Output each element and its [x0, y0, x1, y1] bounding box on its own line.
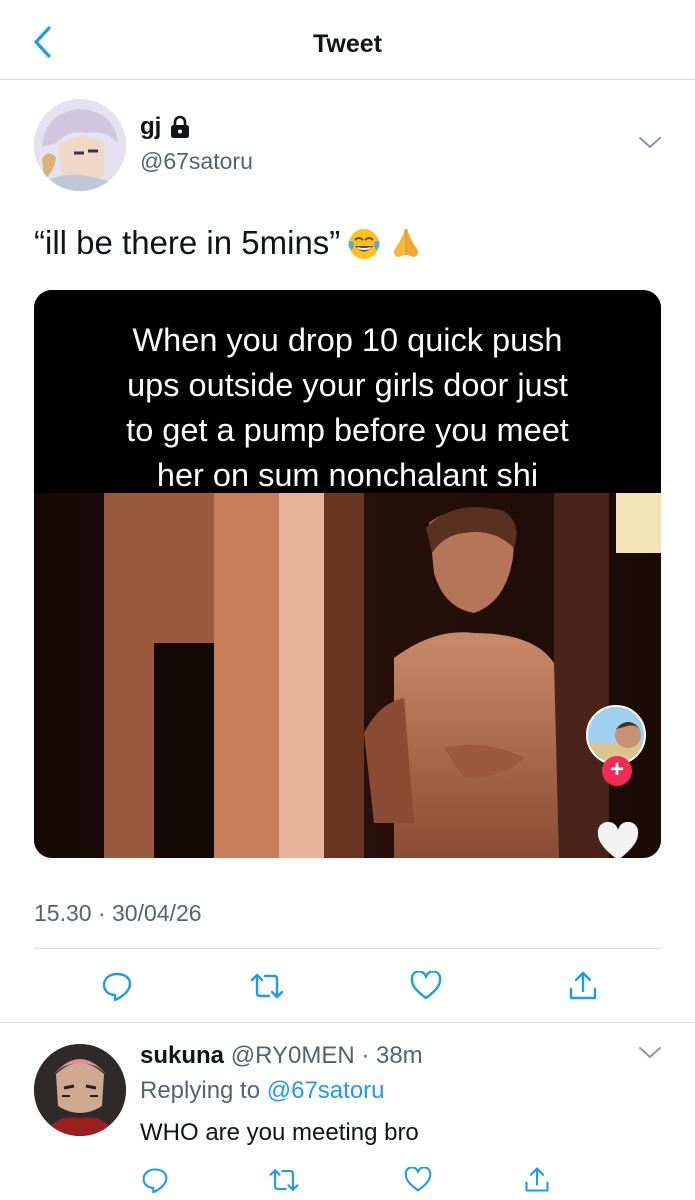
page-title: Tweet — [313, 30, 382, 58]
meme-photo — [34, 493, 661, 858]
tweet-media[interactable]: When you drop 10 quick push ups outside … — [34, 290, 661, 858]
tweet-body: “ill be there in 5mins” — [34, 224, 341, 261]
share-icon — [525, 1167, 549, 1192]
meme-caption: When you drop 10 quick push ups outside … — [34, 290, 661, 493]
like-icon — [410, 971, 442, 1000]
retweet-icon — [269, 1169, 299, 1191]
replying-prefix: Replying to — [140, 1077, 267, 1104]
share-button[interactable] — [561, 966, 605, 1006]
divider — [34, 948, 661, 949]
reply-retweet-button[interactable] — [262, 1160, 306, 1200]
heart-icon — [597, 821, 639, 858]
reply-reply-button[interactable] — [133, 1160, 177, 1200]
lock-icon — [171, 115, 190, 138]
reply-button[interactable] — [95, 966, 139, 1006]
chevron-down-icon — [639, 1047, 661, 1058]
reply-text: WHO are you meeting bro — [140, 1119, 419, 1146]
author-name-row[interactable]: gj — [140, 113, 191, 141]
caption-line: ups outside your girls door just — [127, 367, 568, 403]
author-avatar[interactable] — [34, 99, 126, 191]
reply-icon — [102, 972, 132, 1002]
reply-handle-time[interactable]: @RY0MEN · 38m — [231, 1042, 423, 1069]
folded-hands-icon — [394, 229, 419, 257]
tweet-action-bar — [0, 966, 695, 1006]
author-name: gj — [140, 113, 162, 140]
retweet-button[interactable] — [245, 966, 289, 1006]
reply-like-button[interactable] — [396, 1160, 440, 1200]
author-handle[interactable]: @67satoru — [140, 148, 253, 175]
like-icon — [404, 1167, 432, 1192]
media-like-button[interactable] — [596, 821, 640, 858]
follow-badge[interactable]: + — [602, 756, 632, 786]
face-with-tears-of-joy-icon — [348, 229, 380, 259]
caption-line: to get a pump before you meet — [126, 412, 569, 448]
reply-header: sukuna @RY0MEN · 38m — [140, 1042, 423, 1070]
caption-line: her on sum nonchalant shi — [156, 457, 539, 493]
reply-icon — [142, 1168, 168, 1194]
divider — [0, 1022, 695, 1023]
retweet-icon — [250, 973, 284, 999]
avatar-image — [34, 99, 126, 191]
reply-author-name[interactable]: sukuna — [140, 1042, 224, 1069]
reply-share-button[interactable] — [515, 1160, 559, 1200]
tweet-text: “ill be there in 5mins” — [34, 224, 424, 262]
reply-action-bar — [0, 1160, 695, 1200]
reply-author-avatar[interactable] — [34, 1044, 126, 1136]
share-icon — [569, 971, 597, 1000]
tweet-timestamp[interactable]: 15.30 · 30/04/26 — [34, 900, 202, 927]
chevron-down-icon — [639, 137, 661, 148]
caption-line: When you drop 10 quick push — [132, 322, 563, 358]
replying-mention-link[interactable]: @67satoru — [267, 1077, 385, 1104]
top-bar: Tweet — [0, 0, 695, 80]
like-button[interactable] — [404, 966, 448, 1006]
tweet-menu-button[interactable] — [638, 136, 662, 155]
avatar-image — [34, 1044, 126, 1136]
reply-menu-button[interactable] — [638, 1046, 662, 1065]
replying-to: Replying to @67satoru — [140, 1077, 385, 1105]
